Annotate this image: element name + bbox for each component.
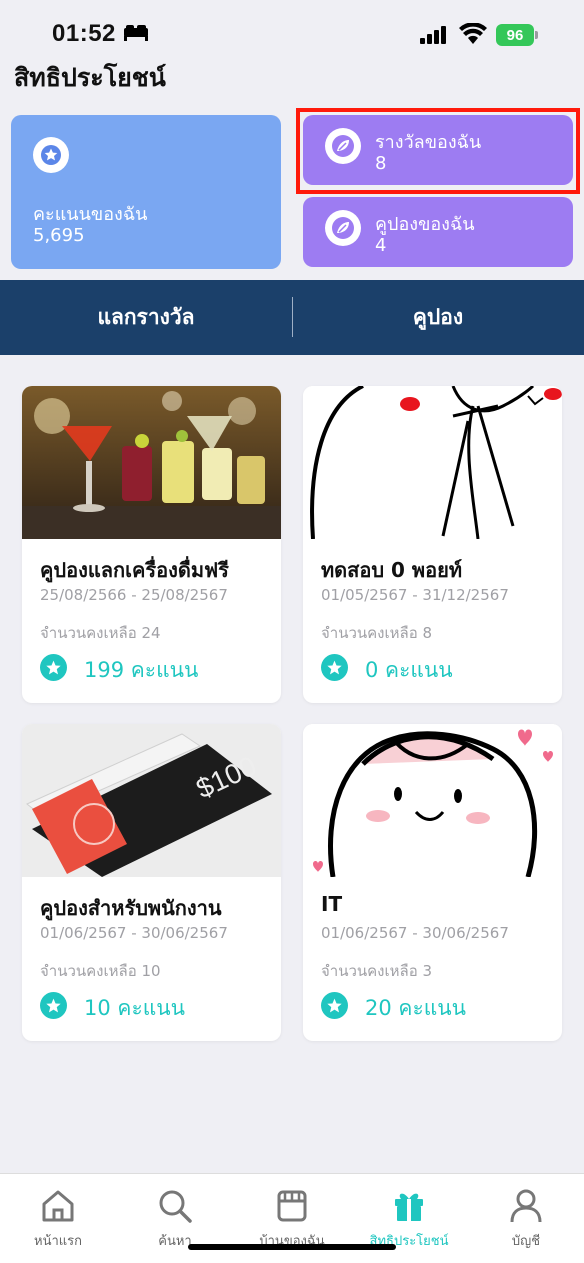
cartoon-face-image [303,724,562,877]
bed-icon [124,25,148,41]
home-indicator [188,1244,396,1250]
card-points: 0 คะแนน [365,658,453,682]
gift-icon [395,1193,423,1221]
battery-indicator: 96 [496,24,538,46]
card-remaining: จำนวนคงเหลือ 24 [40,624,161,642]
coupon-icon [325,210,361,246]
tab-bar: แลกรางวัล คูปอง [0,280,584,355]
card-title: คูปองสำหรับพนักงาน [40,896,222,920]
star-icon [40,654,67,681]
status-time: 01:52 [52,20,116,47]
battery-level: 96 [496,24,534,46]
my-points-value: 5,695 [33,225,85,246]
card-date: 01/05/2567 - 31/12/2567 [321,586,509,604]
user-icon [510,1189,542,1223]
star-icon [33,137,69,173]
signal-icon [420,26,446,44]
drinks-image [22,386,281,539]
card-title: ทดสอบ 0 พอยท์ [321,558,463,582]
cartoon-image [303,386,562,539]
voucher-image: $100 [22,724,281,877]
my-coupons-label: คูปองของฉัน [375,214,475,235]
nav-account-label: บัญชี [511,1234,541,1249]
reward-card[interactable]: ทดสอบ 0 พอยท์ 01/05/2567 - 31/12/2567 จำ… [303,386,562,703]
card-date: 01/06/2567 - 30/06/2567 [321,924,509,942]
card-date: 01/06/2567 - 30/06/2567 [40,924,228,942]
my-points-card[interactable]: คะแนนของฉัน 5,695 [11,115,281,269]
nav-account[interactable]: บัญชี [468,1174,584,1263]
wifi-icon [459,23,487,44]
search-icon [159,1190,192,1223]
tab-redeem-rewards[interactable]: แลกรางวัล [0,280,292,355]
card-points: 20 คะแนน [365,996,466,1020]
star-icon [321,992,348,1019]
home-icon [42,1190,74,1222]
my-points-label: คะแนนของฉัน [33,204,148,225]
reward-card[interactable]: IT 01/06/2567 - 30/06/2567 จำนวนคงเหลือ … [303,724,562,1041]
battery-cap [535,31,538,39]
card-points: 10 คะแนน [84,996,185,1020]
star-icon [40,992,67,1019]
card-title: IT [321,892,343,916]
store-icon [277,1190,307,1222]
star-icon [321,654,348,681]
page-title: สิทธิประโยชน์ [14,63,166,92]
nav-home-label: หน้าแรก [34,1234,82,1249]
highlight-box [296,108,580,194]
card-remaining: จำนวนคงเหลือ 3 [321,962,433,980]
reward-card[interactable]: $100 คูปองสำหรับพนักงาน 01/06/2567 - 30/… [22,724,281,1041]
card-title: คูปองแลกเครื่องดื่มฟรี [40,558,229,582]
nav-home[interactable]: หน้าแรก [0,1174,116,1263]
status-bar: 01:52 96 [0,0,584,60]
tab-coupons[interactable]: คูปอง [292,280,584,355]
card-remaining: จำนวนคงเหลือ 10 [40,962,161,980]
card-date: 25/08/2566 - 25/08/2567 [40,586,228,604]
my-coupons-value: 4 [375,235,387,256]
my-coupons-card[interactable]: คูปองของฉัน 4 [303,197,573,267]
card-remaining: จำนวนคงเหลือ 8 [321,624,433,642]
card-points: 199 คะแนน [84,658,199,682]
nav-search-label: ค้นหา [158,1234,192,1249]
reward-card[interactable]: คูปองแลกเครื่องดื่มฟรี 25/08/2566 - 25/0… [22,386,281,703]
